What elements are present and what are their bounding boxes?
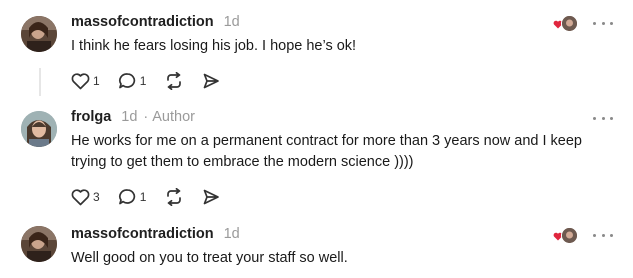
reply-button[interactable]: 1: [118, 188, 147, 206]
timestamp[interactable]: 1d: [121, 109, 137, 125]
author-liked-indicator: [553, 15, 579, 33]
ellipsis-icon: [593, 233, 596, 237]
like-count: 3: [93, 190, 100, 204]
comment-text: He works for me on a permanent contract …: [71, 133, 582, 170]
like-count: 1: [93, 74, 100, 88]
reply-button[interactable]: 1: [118, 72, 147, 90]
heart-outline-icon: [71, 72, 90, 89]
send-arrow-icon: [204, 189, 220, 205]
thread-connector-line: [39, 68, 41, 96]
speech-bubble-icon: [118, 73, 135, 89]
author-avatar-small: [561, 15, 578, 32]
speech-bubble-icon: [118, 189, 135, 205]
comment-header: massofcontradiction 1d: [71, 12, 240, 32]
restack-button[interactable]: [164, 188, 184, 206]
like-button[interactable]: 1: [71, 72, 100, 90]
reply-count: 1: [139, 190, 147, 204]
comment-actions: 3 1: [71, 186, 238, 208]
comment-header: frolga 1d · Author: [71, 107, 195, 127]
heart-outline-icon: [71, 188, 90, 205]
like-button[interactable]: 3: [71, 188, 100, 206]
more-options-button[interactable]: [593, 112, 613, 124]
restack-button[interactable]: [164, 72, 184, 90]
restack-arrows-icon: [167, 72, 182, 90]
author-badge: Author: [152, 109, 195, 125]
timestamp[interactable]: 1d: [224, 14, 240, 30]
username[interactable]: massofcontradiction: [71, 14, 214, 30]
author-avatar-small: [561, 227, 578, 244]
separator-dot: ·: [143, 109, 149, 125]
comment-text: I think he fears losing his job. I hope …: [71, 38, 357, 54]
author-liked-indicator: [553, 227, 579, 245]
more-options-button[interactable]: [593, 229, 613, 241]
more-options-button[interactable]: [593, 17, 613, 29]
restack-arrows-icon: [167, 188, 182, 206]
share-button[interactable]: [202, 188, 220, 206]
comment-text: Well good on you to treat your staff so …: [71, 250, 348, 266]
timestamp[interactable]: 1d: [224, 226, 240, 242]
avatar[interactable]: [21, 16, 57, 52]
username[interactable]: massofcontradiction: [71, 226, 214, 242]
comment-actions: 1 1: [71, 70, 238, 92]
comment-header: massofcontradiction 1d: [71, 224, 240, 244]
share-button[interactable]: [202, 72, 220, 90]
avatar[interactable]: [21, 226, 57, 262]
username[interactable]: frolga: [71, 109, 111, 125]
ellipsis-icon: [593, 116, 596, 120]
avatar[interactable]: [21, 111, 57, 147]
ellipsis-icon: [593, 21, 596, 25]
send-arrow-icon: [204, 73, 220, 89]
reply-count: 1: [139, 74, 147, 88]
